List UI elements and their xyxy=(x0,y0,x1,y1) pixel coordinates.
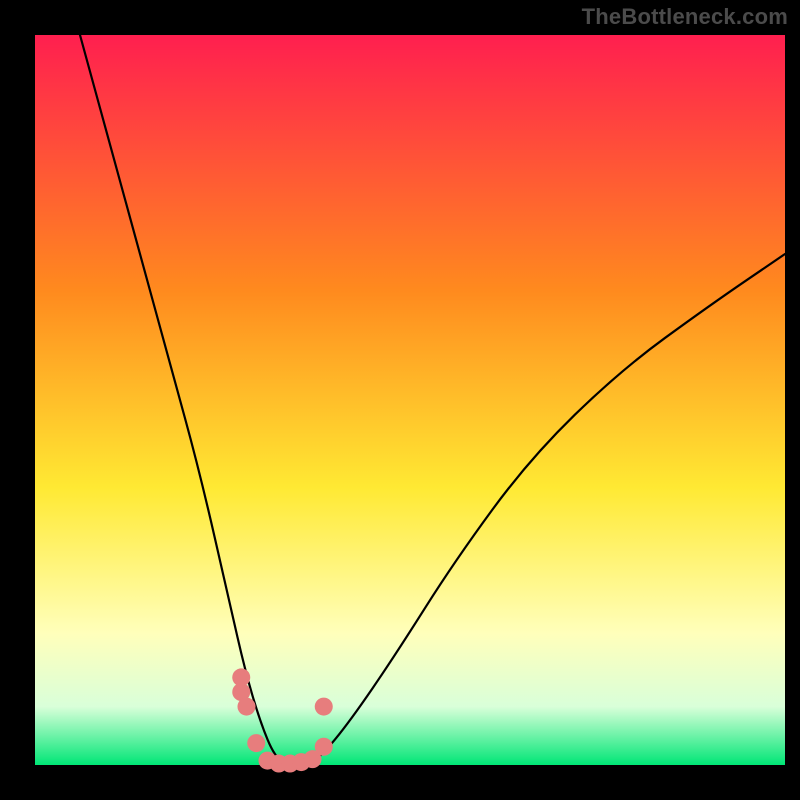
highlight-dot xyxy=(315,738,333,756)
highlight-dot xyxy=(238,698,256,716)
chart-svg xyxy=(0,0,800,800)
chart-frame: TheBottleneck.com xyxy=(0,0,800,800)
highlight-dot xyxy=(232,668,250,686)
highlight-dot xyxy=(315,698,333,716)
watermark-text: TheBottleneck.com xyxy=(582,4,788,30)
highlight-dot xyxy=(247,734,265,752)
plot-background xyxy=(35,35,785,765)
